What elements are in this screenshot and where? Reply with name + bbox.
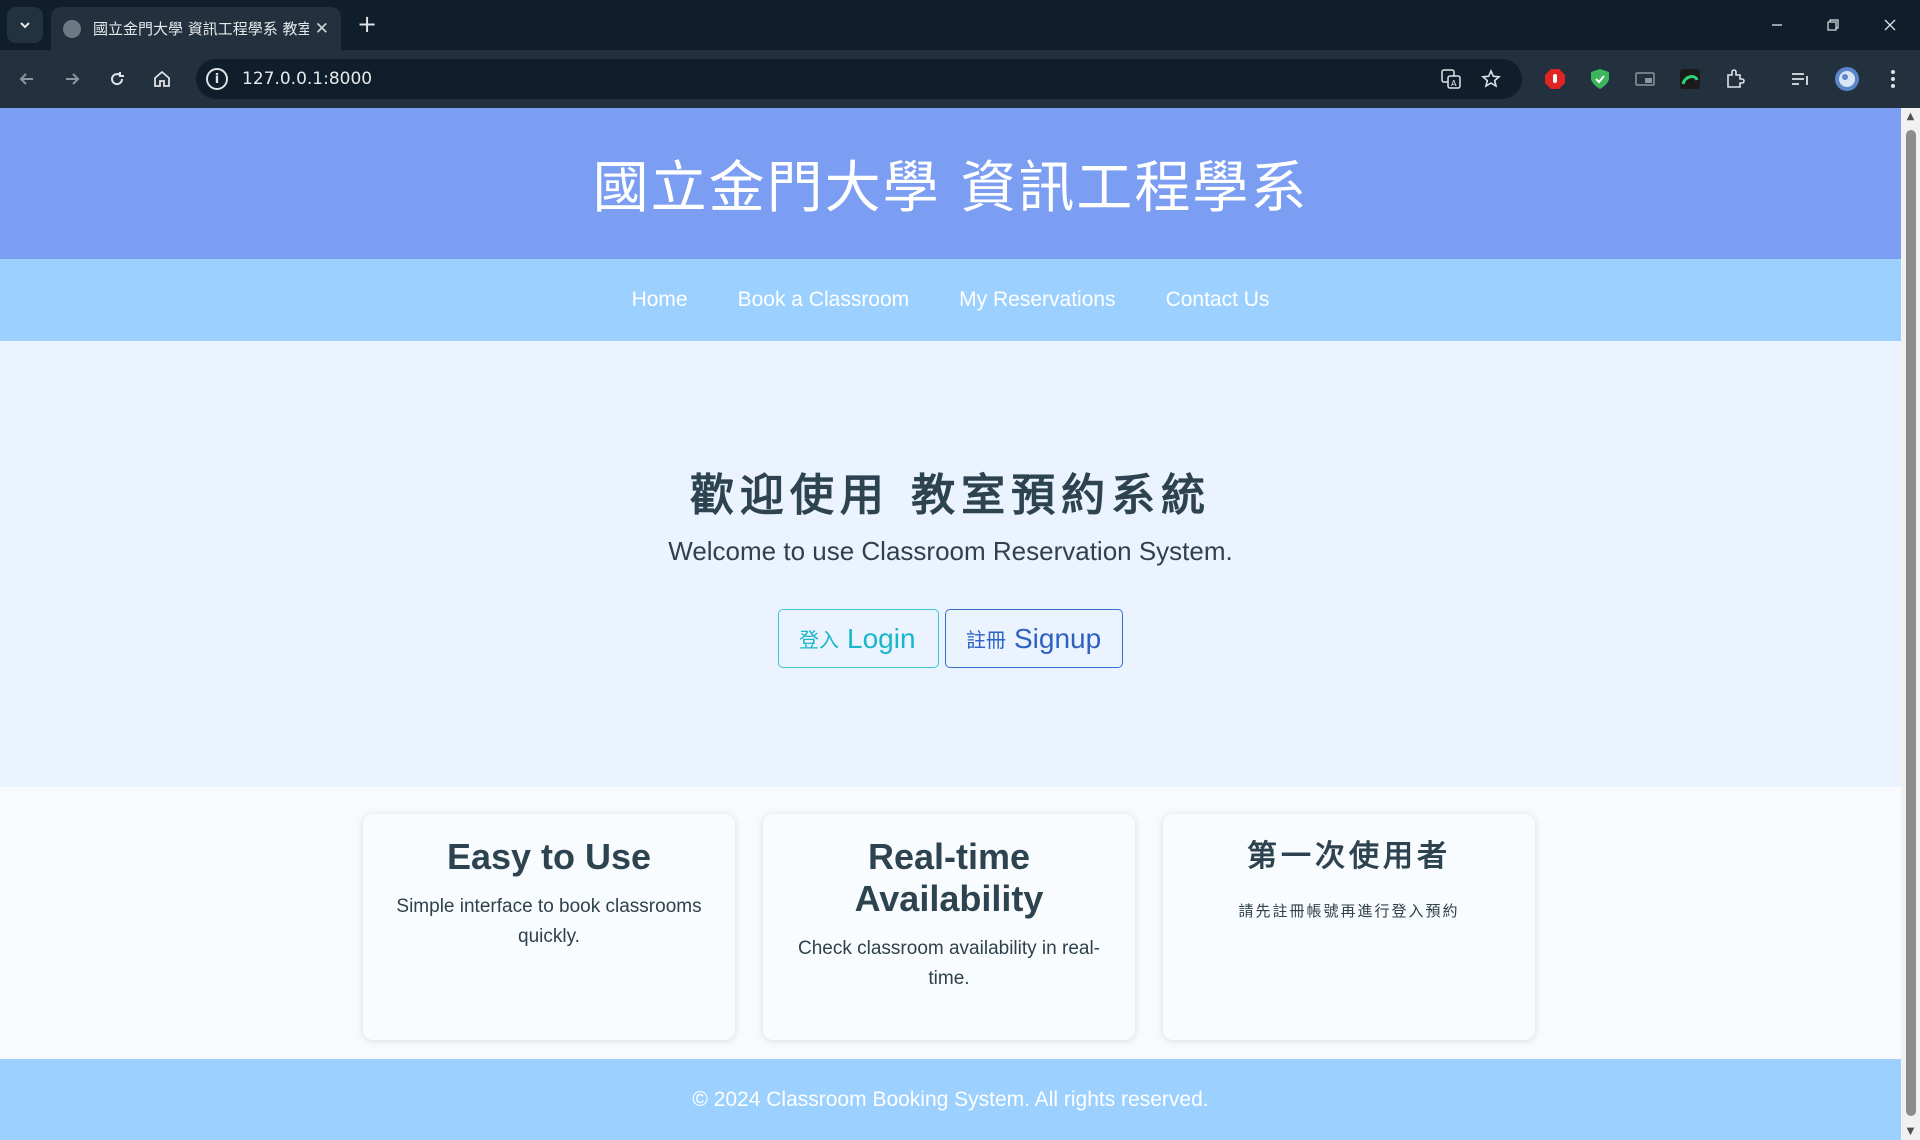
- close-window-icon[interactable]: [1870, 8, 1910, 42]
- forward-arrow-icon[interactable]: [55, 62, 89, 96]
- feature-card-title: Real-time Availability: [854, 836, 1044, 919]
- picture-in-picture-icon[interactable]: [1630, 64, 1660, 94]
- translate-icon[interactable]: A: [1439, 67, 1463, 91]
- features-section: Easy to Use Simple interface to book cla…: [0, 787, 1901, 1059]
- feature-card-easy-to-use: Easy to Use Simple interface to book cla…: [363, 814, 735, 1040]
- site-header: 國立金門大學 資訊工程學系: [0, 108, 1901, 259]
- nav-link-contact-us[interactable]: Contact Us: [1166, 288, 1270, 312]
- globe-icon: [63, 19, 81, 38]
- site-nav: Home Book a Classroom My Reservations Co…: [0, 259, 1901, 341]
- bookmark-star-icon[interactable]: [1479, 67, 1503, 91]
- page-viewport: 國立金門大學 資訊工程學系 Home Book a Classroom My R…: [0, 108, 1901, 1140]
- dark-extension-icon[interactable]: [1675, 64, 1705, 94]
- browser-tab-active[interactable]: 國立金門大學 資訊工程學系 教室預約系統 ✕: [51, 7, 341, 50]
- site-footer: © 2024 Classroom Booking System. All rig…: [0, 1059, 1901, 1140]
- site-info-icon[interactable]: i: [206, 68, 228, 90]
- browser-toolbar: i 127.0.0.1:8000 A: [0, 50, 1920, 108]
- adblock-extension-icon[interactable]: [1540, 64, 1570, 94]
- reading-list-icon[interactable]: [1785, 64, 1815, 94]
- feature-card-title: 第一次使用者: [1247, 839, 1451, 874]
- scroll-down-arrow-icon[interactable]: ▼: [1905, 1126, 1916, 1137]
- extensions-puzzle-icon[interactable]: [1720, 64, 1750, 94]
- signup-button[interactable]: 註冊 Signup: [945, 609, 1123, 668]
- feature-card-text: 請先註冊帳號再進行登入預約: [1238, 902, 1460, 920]
- back-arrow-icon[interactable]: [10, 62, 44, 96]
- signup-button-en-label: Signup: [1014, 622, 1102, 654]
- feature-card-text: Check classroom availability in real-tim…: [798, 938, 1100, 989]
- profile-avatar-icon[interactable]: [1832, 64, 1862, 94]
- minimize-icon[interactable]: [1757, 8, 1797, 42]
- url-text: 127.0.0.1:8000: [242, 69, 373, 89]
- footer-copyright: © 2024 Classroom Booking System. All rig…: [692, 1087, 1209, 1111]
- scrollbar-thumb[interactable]: [1906, 130, 1916, 1116]
- nav-link-home[interactable]: Home: [632, 288, 688, 312]
- shield-extension-icon[interactable]: [1585, 64, 1615, 94]
- tab-search-button[interactable]: [7, 7, 43, 43]
- hero-button-group: 登入 Login 註冊 Signup: [0, 609, 1901, 668]
- new-tab-button[interactable]: +: [352, 9, 382, 39]
- browser-tab-strip: 國立金門大學 資訊工程學系 教室預約系統 ✕ +: [0, 0, 1920, 50]
- feature-card-text: Simple interface to book classrooms quic…: [396, 896, 702, 947]
- hero-title: 歡迎使用 教室預約系統: [689, 470, 1212, 521]
- login-button[interactable]: 登入 Login: [778, 609, 939, 668]
- nav-link-book-classroom[interactable]: Book a Classroom: [738, 288, 910, 312]
- login-button-en-label: Login: [847, 622, 916, 654]
- home-icon[interactable]: [145, 62, 179, 96]
- login-button-zh-label: 登入: [799, 630, 839, 652]
- chevron-down-icon: [20, 22, 30, 29]
- hero-section: 歡迎使用 教室預約系統 Welcome to use Classroom Res…: [0, 341, 1901, 787]
- feature-card-first-time-user: 第一次使用者 請先註冊帳號再進行登入預約: [1163, 814, 1535, 1040]
- reload-icon[interactable]: [100, 62, 134, 96]
- signup-button-zh-label: 註冊: [966, 630, 1006, 652]
- scroll-up-arrow-icon[interactable]: ▲: [1905, 111, 1916, 122]
- feature-card-title: Easy to Use: [446, 836, 652, 877]
- hero-subtitle: Welcome to use Classroom Reservation Sys…: [668, 536, 1233, 566]
- feature-card-real-time: Real-time Availability Check classroom a…: [763, 814, 1135, 1040]
- page-scrollbar[interactable]: ▲ ▼: [1901, 108, 1920, 1140]
- nav-link-my-reservations[interactable]: My Reservations: [959, 288, 1115, 312]
- address-bar[interactable]: i 127.0.0.1:8000 A: [196, 59, 1522, 99]
- site-title: 國立金門大學 資訊工程學系: [592, 156, 1309, 221]
- tab-title: 國立金門大學 資訊工程學系 教室預約系統: [93, 20, 309, 38]
- restore-icon[interactable]: [1813, 8, 1853, 42]
- close-tab-icon[interactable]: ✕: [315, 19, 329, 39]
- svg-text:A: A: [1451, 79, 1457, 88]
- more-menu-icon[interactable]: [1878, 64, 1908, 94]
